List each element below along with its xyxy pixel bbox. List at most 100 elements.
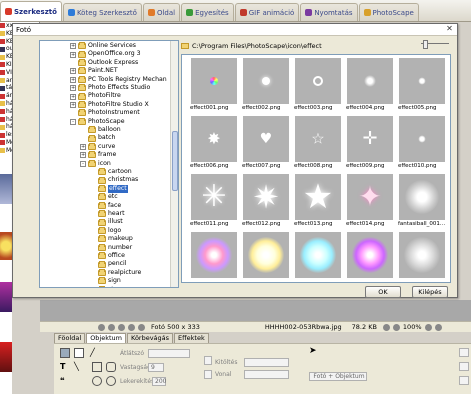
expand-icon[interactable]: +	[70, 102, 76, 109]
thumbnail-item[interactable]	[346, 232, 394, 279]
panel-tab[interactable]: Föoldal	[54, 333, 86, 343]
tree-item[interactable]: illust	[90, 218, 123, 227]
thumbnail-item[interactable]: ☆ effect008.png	[294, 116, 342, 169]
tree-scrollbar[interactable]	[170, 41, 178, 287]
pencil-tool-icon[interactable]: ╱	[90, 348, 100, 358]
tree-item[interactable]: + Online Services	[70, 42, 136, 51]
thumbnail-item[interactable]	[294, 232, 342, 279]
tree-item[interactable]: face	[90, 202, 121, 211]
zoom-in-icon[interactable]	[392, 323, 400, 331]
thumbnail-item[interactable]: ✛ effect009.png	[346, 116, 394, 169]
pointer-icon[interactable]: ➤	[309, 346, 319, 356]
tree-item[interactable]: batch	[80, 134, 115, 143]
save-icon[interactable]	[138, 323, 145, 331]
thumbnail-item[interactable]	[242, 232, 290, 279]
expand-icon[interactable]: +	[80, 152, 86, 159]
app-tab[interactable]: Egyesítés	[181, 3, 234, 21]
tree-item[interactable]: etc	[90, 193, 118, 202]
tree-item[interactable]: - icon	[80, 160, 111, 169]
side-panel-button[interactable]	[459, 348, 469, 357]
tree-item[interactable]: + Paint.NET	[70, 67, 118, 76]
tree-item[interactable]: - PhotoScape	[70, 118, 125, 127]
tree-item[interactable]: + PC Tools Registry Mechan	[70, 76, 167, 85]
expand-icon[interactable]: +	[70, 43, 76, 50]
side-panel-button[interactable]	[459, 362, 469, 371]
thickness-field[interactable]: 9	[148, 363, 164, 372]
app-tab[interactable]: Szerkesztő	[0, 1, 62, 21]
color-swatch[interactable]	[204, 356, 212, 365]
tree-item[interactable]: + PhotoFiltre	[70, 92, 121, 101]
side-panel-button[interactable]	[459, 376, 469, 385]
tree-item[interactable]: pencil	[90, 260, 127, 269]
tree-item[interactable]: office	[90, 252, 125, 261]
thumbnail-grid[interactable]: effect001.png effect002.png effect003.png e…	[181, 54, 451, 283]
tree-item[interactable]: effect	[90, 184, 128, 194]
rotate-right-icon[interactable]	[108, 323, 115, 331]
tree-item[interactable]: balloon	[80, 126, 121, 135]
thumbnail[interactable]	[0, 342, 12, 372]
line-color-picker[interactable]	[244, 370, 289, 379]
thumbnail-item[interactable]: effect004.png	[346, 58, 394, 111]
expand-icon[interactable]: +	[70, 85, 76, 92]
tree-item[interactable]: heart	[90, 210, 125, 219]
fit-icon[interactable]	[424, 323, 432, 331]
thumbnail-item[interactable]: ✦ effect014.png	[346, 174, 394, 227]
collapse-icon[interactable]: -	[80, 160, 86, 167]
text-tool-icon[interactable]: T	[60, 362, 70, 372]
rounding-field[interactable]: 200	[152, 377, 166, 386]
tree-item[interactable]: + PhotoFiltre Studio X	[70, 101, 149, 110]
app-tab[interactable]: GIF animáció	[234, 3, 300, 21]
app-tab[interactable]: Nyomtatás	[300, 3, 358, 21]
photo-object-button[interactable]: Fotó + Objektum	[309, 372, 367, 381]
thumbnail-item[interactable]: ♥ effect007.png	[242, 116, 290, 169]
ellipse-tool-icon[interactable]	[92, 376, 102, 386]
thumbnail-item[interactable]: effect005.png	[398, 58, 446, 111]
opacity-slider[interactable]	[148, 349, 190, 358]
fill-color-picker[interactable]	[244, 358, 289, 367]
folder-tree[interactable]: + Online Services + OpenOffice.org 3 Outlook…	[39, 40, 179, 288]
thumbnail-size-slider[interactable]	[421, 40, 449, 49]
tree-item[interactable]: sign	[90, 277, 121, 286]
app-tab[interactable]: PhotoScape	[358, 3, 419, 21]
expand-icon[interactable]: +	[70, 76, 76, 83]
rotate-left-icon[interactable]	[98, 323, 105, 331]
expand-icon[interactable]: +	[80, 144, 86, 151]
fullscreen-icon[interactable]	[434, 323, 442, 331]
balloon-tool-icon[interactable]	[74, 348, 84, 358]
photo-tool-icon[interactable]	[60, 348, 70, 358]
tree-item[interactable]: logo	[90, 227, 121, 236]
expand-icon[interactable]: +	[70, 68, 76, 75]
color-swatch[interactable]	[204, 370, 212, 379]
vonal-checkbox-label[interactable]: Vonal	[215, 371, 231, 378]
rounded-rect-tool-icon[interactable]	[106, 362, 116, 372]
expand-icon[interactable]: +	[70, 51, 76, 58]
rectangle-tool-icon[interactable]	[92, 362, 102, 372]
app-tab[interactable]: Oldal	[142, 3, 181, 21]
thumbnail-item[interactable]	[190, 232, 238, 279]
tree-item[interactable]: makeup	[90, 235, 133, 244]
thumbnail[interactable]	[0, 282, 12, 312]
thumbnail-item[interactable]: ✸ effect006.png	[190, 116, 238, 169]
tree-item[interactable]: christmas	[90, 176, 138, 185]
thumbnail-item[interactable]: fantasiball_001...	[398, 174, 446, 227]
tree-item[interactable]: + curve	[80, 143, 115, 152]
expand-icon[interactable]: +	[70, 93, 76, 100]
collapse-icon[interactable]: -	[70, 118, 76, 125]
tree-item[interactable]: + frame	[80, 151, 116, 160]
zoom-out-icon[interactable]	[382, 323, 390, 331]
tree-item[interactable]: Outlook Express	[70, 59, 138, 68]
tree-item[interactable]: + Photo Effects Studio	[70, 84, 150, 93]
thumbnail-item[interactable]: ✳ effect011.png	[190, 174, 238, 227]
thumbnail-item[interactable]: effect001.png	[190, 58, 238, 111]
tree-item[interactable]: stamp	[90, 286, 127, 287]
tree-item[interactable]: PhotoInstrument	[70, 109, 140, 118]
thumbnail-item[interactable]: ✷ effect012.png	[242, 174, 290, 227]
panel-tab[interactable]: Körbevágás	[127, 333, 174, 343]
thumbnail-item[interactable]: effect002.png	[242, 58, 290, 111]
undo-icon[interactable]	[118, 323, 125, 331]
thumbnail-item[interactable]: ★ effect013.png	[294, 174, 342, 227]
app-tab[interactable]: Köteg Szerkesztő	[62, 3, 142, 21]
thumbnail[interactable]	[0, 232, 12, 260]
panel-tab[interactable]: Effektek	[174, 333, 209, 343]
redo-icon[interactable]	[128, 323, 135, 331]
